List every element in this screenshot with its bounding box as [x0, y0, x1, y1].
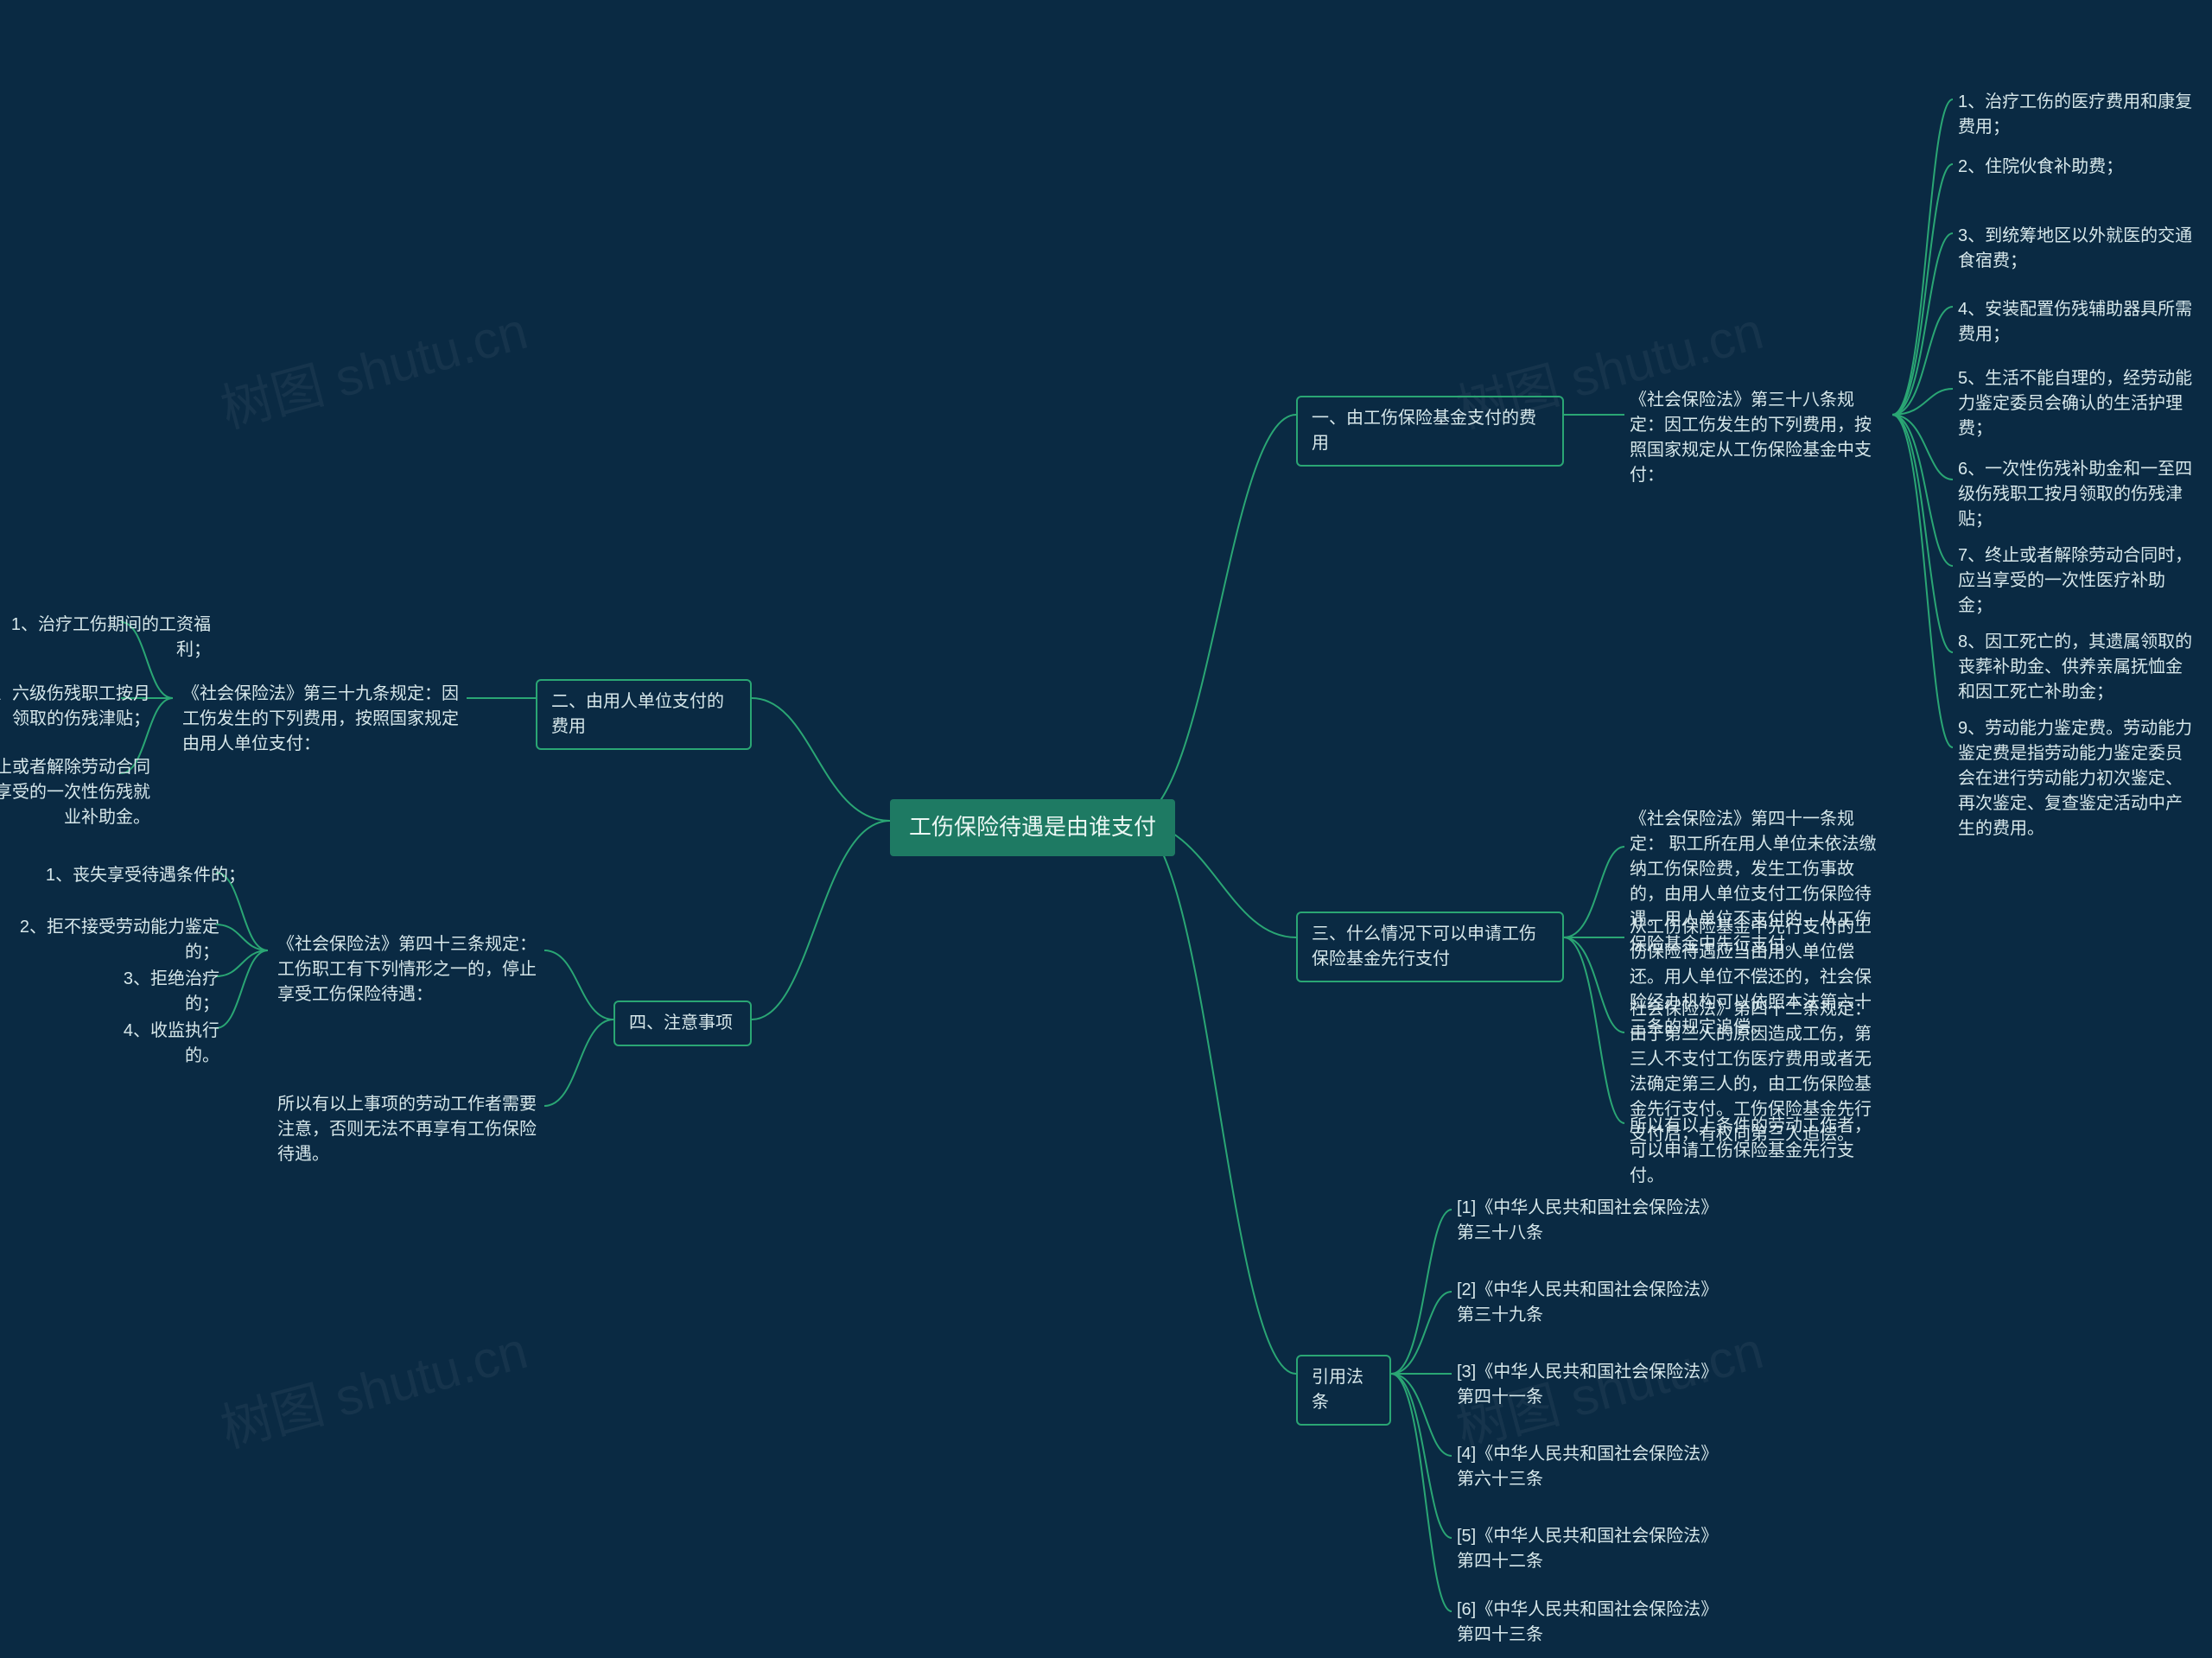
branch-1-item-9: 9、劳动能力鉴定费。劳动能力鉴定费是指劳动能力鉴定委员会在进行劳动能力初次鉴定、… [1953, 713, 2203, 845]
branch-5-item-4: [4]《中华人民共和国社会保险法》 第六十三条 [1452, 1439, 1728, 1496]
branch-1-item-6: 6、一次性伤残补助金和一至四级伤残职工按月领取的伤残津贴； [1953, 454, 2203, 536]
branch-5-item-6: [6]《中华人民共和国社会保险法》 第四十三条 [1452, 1594, 1728, 1651]
branch-4-intro: 《社会保险法》第四十三条规定：工伤职工有下列情形之一的，停止享受工伤保险待遇： [272, 929, 544, 1011]
branch-1-item-7: 7、终止或者解除劳动合同时，应当享受的一次性医疗补助金； [1953, 540, 2203, 622]
branch-5-item-1: [1]《中华人民共和国社会保险法》 第三十八条 [1452, 1192, 1728, 1249]
branch-5[interactable]: 引用法条 [1296, 1355, 1391, 1426]
branch-4-item-3: 3、拒绝治疗的； [95, 963, 225, 1020]
branch-1-item-2: 2、住院伙食补助费； [1953, 151, 2128, 183]
branch-1-item-4: 4、安装配置伤残辅助器具所需费用； [1953, 294, 2212, 351]
branch-2-item-1: 1、治疗工伤期间的工资福利； [0, 609, 216, 666]
branch-3[interactable]: 三、什么情况下可以申请工伤保险基金先行支付 [1296, 912, 1564, 982]
branch-5-item-2: [2]《中华人民共和国社会保险法》 第三十九条 [1452, 1274, 1728, 1331]
branch-4-note: 所以有以上事项的劳动工作者需要注意，否则无法不再享有工伤保险待遇。 [272, 1089, 544, 1171]
branch-1-intro: 《社会保险法》第三十八条规定：因工伤发生的下列费用，按照国家规定从工伤保险基金中… [1624, 384, 1892, 492]
branch-1-item-1: 1、治疗工伤的医疗费用和康复费用； [1953, 86, 2212, 143]
branch-4-item-4: 4、收监执行的。 [95, 1015, 225, 1072]
branch-1-item-8: 8、因工死亡的，其遗属领取的丧葬补助金、供养亲属抚恤金和因工死亡补助金； [1953, 626, 2203, 708]
branch-5-item-3: [3]《中华人民共和国社会保险法》 第四十一条 [1452, 1356, 1728, 1413]
branch-4[interactable]: 四、注意事项 [613, 1001, 752, 1046]
branch-2-item-3: 3、终止或者解除劳动合同时，应当享受的一次性伤残就业补助金。 [0, 752, 156, 834]
branch-4-item-1: 1、丧失享受待遇条件的； [35, 860, 251, 892]
branch-4-item-2: 2、拒不接受劳动能力鉴定的； [9, 912, 225, 969]
root-node[interactable]: 工伤保险待遇是由谁支付 [890, 799, 1175, 856]
branch-1-item-3: 3、到统筹地区以外就医的交通食宿费； [1953, 220, 2212, 277]
branch-5-item-5: [5]《中华人民共和国社会保险法》 第四十二条 [1452, 1521, 1728, 1578]
branch-2-item-2: 2、五级、六级伤残职工按月领取的伤残津贴； [0, 678, 156, 735]
branch-1[interactable]: 一、由工伤保险基金支付的费用 [1296, 396, 1564, 467]
branch-2[interactable]: 二、由用人单位支付的费用 [536, 679, 752, 750]
branch-1-item-5: 5、生活不能自理的，经劳动能力鉴定委员会确认的生活护理费； [1953, 363, 2203, 445]
branch-2-intro: 《社会保险法》第三十九条规定：因工伤发生的下列费用，按照国家规定由用人单位支付： [177, 678, 467, 760]
branch-3-item-4: 所以有以上条件的劳动工作者，可以申请工伤保险基金先行支付。 [1624, 1110, 1892, 1192]
